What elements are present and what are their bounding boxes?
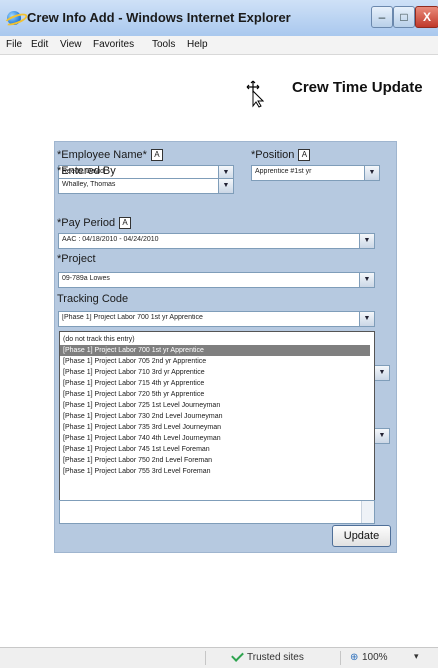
menu-edit[interactable]: Edit	[31, 39, 48, 50]
entered-by-select[interactable]: Whalley, Thomas ▼	[58, 178, 234, 194]
chevron-down-icon[interactable]: ▼	[359, 273, 374, 287]
pay-period-value: AAC : 04/18/2010 - 04/24/2010	[62, 236, 159, 243]
chevron-down-icon[interactable]: ▼	[374, 365, 390, 381]
chevron-down-icon[interactable]: ▼	[364, 166, 379, 180]
menu-view[interactable]: View	[60, 39, 82, 50]
zoom-level[interactable]: 100%	[362, 652, 388, 663]
menu-bar: File Edit View Favorites Tools Help	[0, 36, 438, 55]
chevron-down-icon[interactable]: ▼	[359, 312, 374, 326]
entered-by-value: Whalley, Thomas	[62, 181, 116, 188]
lookup-a-icon[interactable]: A	[150, 149, 163, 161]
chevron-down-icon[interactable]: ▼	[218, 179, 233, 193]
project-value: 09-789a Lowes	[62, 275, 110, 282]
menu-favorites[interactable]: Favorites	[93, 39, 134, 50]
dropdown-option[interactable]: [Phase 1] Project Labor 710 3rd yr Appre…	[63, 367, 369, 378]
position-select[interactable]: Apprentice #1st yr ▼	[251, 165, 380, 181]
tracking-code-value: [Phase 1] Project Labor 700 1st yr Appre…	[62, 314, 203, 321]
dropdown-option[interactable]: [Phase 1] Project Labor 750 2nd Level Fo…	[63, 455, 369, 466]
tracking-code-label: Tracking Code	[57, 293, 129, 305]
pay-period-label: *Pay Period A	[57, 217, 132, 229]
dropdown-option[interactable]: [Phase 1] Project Labor 730 2nd Level Jo…	[63, 411, 369, 422]
ie-logo-icon	[7, 11, 21, 25]
employee-name-label-text: *Employee Name*	[57, 149, 147, 161]
security-zone-text: Trusted sites	[247, 652, 304, 663]
dropdown-option[interactable]: [Phase 1] Project Labor 735 3rd Level Jo…	[63, 422, 369, 433]
zoom-icon[interactable]: ⊕	[350, 652, 358, 663]
tracking-code-dropdown-list: (do not track this entry) [Phase 1] Proj…	[59, 331, 375, 502]
dropdown-option[interactable]: [Phase 1] Project Labor 745 1st Level Fo…	[63, 444, 369, 455]
dropdown-option[interactable]: [Phase 1] Project Labor 705 2nd yr Appre…	[63, 356, 369, 367]
scrollbar[interactable]	[361, 501, 374, 523]
pay-period-label-text: *Pay Period	[57, 217, 116, 229]
close-button[interactable]: X	[415, 6, 438, 28]
menu-help[interactable]: Help	[187, 39, 208, 50]
update-button[interactable]: Update	[332, 525, 391, 547]
tracking-code-select[interactable]: [Phase 1] Project Labor 700 1st yr Appre…	[58, 311, 375, 327]
notes-textarea[interactable]	[59, 500, 375, 524]
status-divider	[205, 651, 206, 665]
dropdown-option[interactable]: [Phase 1] Project Labor 755 3rd Level Fo…	[63, 466, 369, 477]
window-title: Crew Info Add - Windows Internet Explore…	[27, 10, 291, 25]
lookup-a-icon[interactable]: A	[298, 149, 311, 161]
chevron-down-icon[interactable]: ▼	[374, 428, 390, 444]
dropdown-option[interactable]: [Phase 1] Project Labor 720 5th yr Appre…	[63, 389, 369, 400]
checkmark-icon	[231, 649, 244, 662]
status-bar: Trusted sites ⊕ 100% ▾	[0, 647, 438, 668]
zoom-dropdown-icon[interactable]: ▾	[414, 651, 419, 662]
dropdown-option[interactable]: [Phase 1] Project Labor 715 4th yr Appre…	[63, 378, 369, 389]
employee-name-label: *Employee Name* A	[57, 149, 163, 161]
project-label: *Project	[57, 253, 96, 265]
chevron-down-icon[interactable]: ▼	[359, 234, 374, 248]
dropdown-option[interactable]: [Phase 1] Project Labor 725 1st Level Jo…	[63, 400, 369, 411]
project-select[interactable]: 09-789a Lowes ▼	[58, 272, 375, 288]
position-value: Apprentice #1st yr	[255, 168, 312, 175]
entered-by-label: *Entered By	[57, 165, 116, 177]
menu-tools[interactable]: Tools	[152, 39, 175, 50]
window-titlebar: Crew Info Add - Windows Internet Explore…	[0, 0, 438, 37]
position-label-text: *Position	[251, 149, 295, 161]
page-title: Crew Time Update	[292, 79, 423, 96]
dropdown-option[interactable]: [Phase 1] Project Labor 740 4th Level Jo…	[63, 433, 369, 444]
minimize-button[interactable]: –	[371, 6, 393, 28]
position-label: *Position A	[251, 149, 311, 161]
dropdown-option[interactable]: (do not track this entry)	[63, 334, 369, 345]
dropdown-option-highlighted[interactable]: [Phase 1] Project Labor 700 1st yr Appre…	[60, 345, 370, 356]
status-divider	[340, 651, 341, 665]
menu-file[interactable]: File	[6, 39, 22, 50]
move-cursor-icon	[246, 80, 264, 108]
maximize-button[interactable]: □	[393, 6, 415, 28]
pay-period-select[interactable]: AAC : 04/18/2010 - 04/24/2010 ▼	[58, 233, 375, 249]
lookup-a-icon[interactable]: A	[119, 217, 132, 229]
